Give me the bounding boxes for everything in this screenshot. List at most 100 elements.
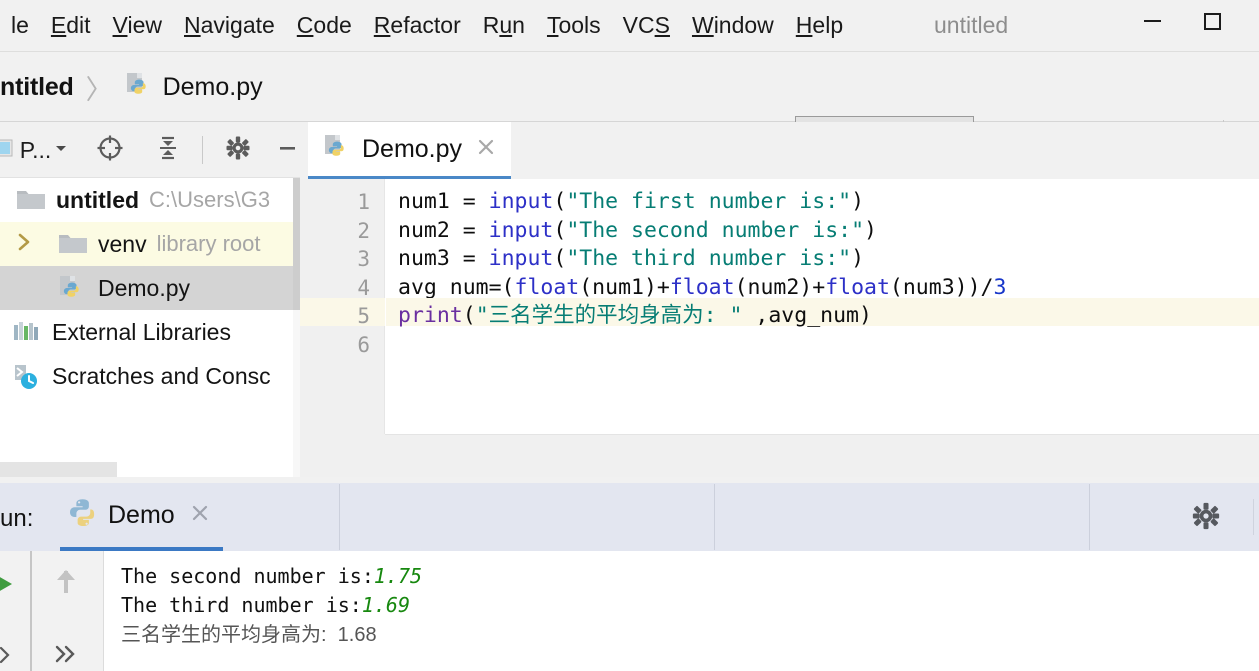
expand-left-button[interactable]: [0, 644, 16, 671]
project-settings-button[interactable]: [218, 132, 258, 168]
code-token: =: [462, 217, 489, 243]
gear-icon: [1190, 502, 1222, 536]
breadcrumb-separator-icon: 〉: [85, 75, 113, 105]
play-triangle-icon: [0, 577, 16, 599]
code-token: input: [488, 246, 554, 271]
run-settings-button[interactable]: [1190, 500, 1222, 537]
code-token: input: [488, 189, 554, 214]
project-panel-header: P...: [0, 122, 300, 178]
close-x-icon[interactable]: [475, 136, 497, 163]
code-token: (: [553, 189, 567, 214]
collapse-all-icon: [153, 133, 183, 168]
code-line[interactable]: print("三名学生的平均身高为: " ,avg_num): [398, 302, 872, 330]
code-token: ): [851, 246, 865, 271]
tree-item-label: External Libraries: [52, 318, 231, 345]
menu-refactor[interactable]: Refactor: [363, 8, 472, 42]
breadcrumb-file[interactable]: Demo.py: [163, 73, 263, 102]
code-token: num1: [398, 189, 463, 214]
tree-item-scratches[interactable]: Scratches and Consc: [0, 354, 300, 398]
line-number: 3: [357, 247, 370, 271]
code-token: input: [488, 217, 554, 243]
code-token: ): [851, 189, 865, 214]
editor-tab-demo-py[interactable]: Demo.py: [308, 122, 512, 179]
tree-item-venv[interactable]: venv library root: [0, 222, 300, 266]
panel-toolbar-divider: [202, 136, 203, 164]
line-number: 1: [357, 190, 370, 214]
menu-edit[interactable]: Edit: [40, 8, 102, 42]
code-token: ,avg_num): [742, 303, 872, 328]
tree-item-project-root[interactable]: untitled C:\Users\G3: [0, 178, 300, 222]
menu-bar: le Edit View Navigate Code Refactor Run Tools VC…: [0, 0, 1259, 52]
code-content[interactable]: num1 = input("The first number is:") num2…: [386, 179, 1259, 434]
minimize-button[interactable]: [1130, 4, 1174, 38]
console-user-input: 1.69: [361, 593, 410, 617]
tree-item-external-libraries[interactable]: External Libraries: [0, 310, 300, 354]
gear-icon: [224, 134, 252, 167]
select-opened-file-button[interactable]: [90, 132, 130, 168]
code-editor[interactable]: 123456 num1 = input("The first number is…: [300, 179, 1259, 434]
menu-code[interactable]: Code: [286, 8, 363, 42]
collapse-all-button[interactable]: [148, 132, 188, 168]
editor-footer-strip: [300, 434, 1259, 477]
mnemonic: C: [296, 12, 314, 38]
code-token: (num2)+: [734, 274, 826, 300]
console-output[interactable]: The second number is:1.75 The third numbe…: [103, 551, 1259, 671]
scroll-up-button[interactable]: [49, 565, 83, 604]
code-token: "The first number is:": [566, 189, 852, 214]
python-icon: [68, 498, 98, 533]
console-line: The third number is:1.69: [121, 591, 410, 619]
tree-item-label: Demo.py: [98, 274, 191, 301]
expand-arrow-icon[interactable]: [14, 231, 34, 257]
project-view-selector[interactable]: P...: [0, 132, 67, 168]
double-chevron-right-icon: [52, 645, 80, 669]
python-file-icon: [58, 274, 88, 302]
code-token: (: [462, 303, 476, 328]
run-tab-label: Demo: [108, 500, 175, 529]
code-token: =: [462, 246, 489, 271]
tree-item-demo-py[interactable]: Demo.py: [0, 266, 300, 310]
menu-view[interactable]: View: [102, 8, 173, 42]
code-token: float: [514, 274, 580, 300]
expand-button[interactable]: [52, 643, 80, 670]
code-line[interactable]: num3 = input("The third number is:"): [398, 245, 864, 273]
folder-icon: [16, 187, 46, 213]
menu-navigate[interactable]: Navigate: [173, 8, 286, 42]
navigation-toolbar: ntitled 〉 Demo.py Demo: [0, 52, 1259, 164]
code-token: float: [825, 274, 890, 300]
breadcrumb-project[interactable]: ntitled: [0, 73, 74, 102]
project-tree-scrollbar[interactable]: [293, 178, 300, 477]
run-panel-label: un:: [0, 505, 34, 532]
mnemonic: N: [184, 12, 201, 38]
menu-run[interactable]: Run: [472, 8, 536, 42]
code-token: "The third number is:": [566, 246, 852, 271]
maximize-button[interactable]: [1190, 4, 1234, 38]
menu-vcs[interactable]: VCS: [612, 8, 681, 42]
run-tool-window: un: Demo The second number is:1.75 The t…: [0, 483, 1259, 671]
code-line[interactable]: num1 = input("The first number is:"): [398, 188, 864, 216]
python-file-icon: [126, 71, 154, 104]
close-x-icon[interactable]: [189, 502, 211, 529]
code-token: num2: [398, 217, 463, 243]
menu-file[interactable]: le: [0, 8, 40, 42]
run-panel-header: un: Demo: [0, 483, 1259, 551]
mnemonic: S: [654, 12, 670, 38]
tree-item-label: Scratches and Consc: [52, 362, 271, 389]
tree-item-label: untitled: [56, 186, 140, 213]
caret-line-highlight: [300, 298, 385, 326]
menu-tools[interactable]: Tools: [536, 8, 612, 42]
line-number: 5: [357, 304, 370, 328]
console-side-toolbar: [0, 551, 103, 671]
crosshair-target-icon: [95, 133, 125, 168]
console-user-input: 1.75: [373, 564, 423, 588]
code-token: (: [553, 217, 567, 243]
menu-window[interactable]: Window: [681, 8, 785, 42]
run-tab-demo[interactable]: Demo: [60, 483, 223, 551]
console-line: 三名学生的平均身高为: 1.68: [121, 620, 377, 649]
scrollbar-thumb[interactable]: [293, 178, 300, 310]
run-header-cell-2: [340, 484, 715, 550]
rerun-button[interactable]: [0, 573, 16, 600]
mnemonic: E: [50, 12, 67, 38]
code-line[interactable]: num2 = input("The second number is:"): [398, 217, 877, 245]
menu-help[interactable]: Help: [785, 8, 854, 42]
editor-gutter[interactable]: 123456: [300, 179, 385, 434]
